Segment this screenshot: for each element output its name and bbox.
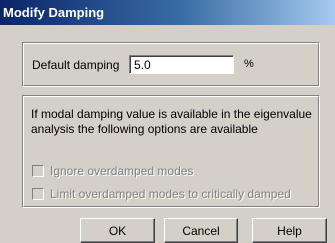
default-damping-input[interactable] [129, 55, 234, 74]
cancel-button[interactable]: Cancel [164, 218, 238, 243]
limit-overdamped-label: Limit overdamped modes to critically dam… [50, 187, 291, 201]
modify-damping-dialog: Modify Damping Default damping % If moda… [0, 0, 335, 243]
title-bar[interactable]: Modify Damping [0, 0, 335, 25]
help-button[interactable]: Help [252, 218, 327, 243]
limit-overdamped-checkbox[interactable] [32, 188, 44, 200]
modal-damping-info-text: If modal damping value is available in t… [31, 107, 312, 136]
ignore-overdamped-checkbox[interactable] [32, 165, 44, 177]
ok-button[interactable]: OK [80, 218, 155, 243]
percent-unit-label: % [244, 58, 254, 70]
default-damping-label: Default damping [32, 58, 120, 72]
ignore-overdamped-label: Ignore overdamped modes [50, 164, 194, 178]
dialog-title: Modify Damping [3, 5, 105, 20]
